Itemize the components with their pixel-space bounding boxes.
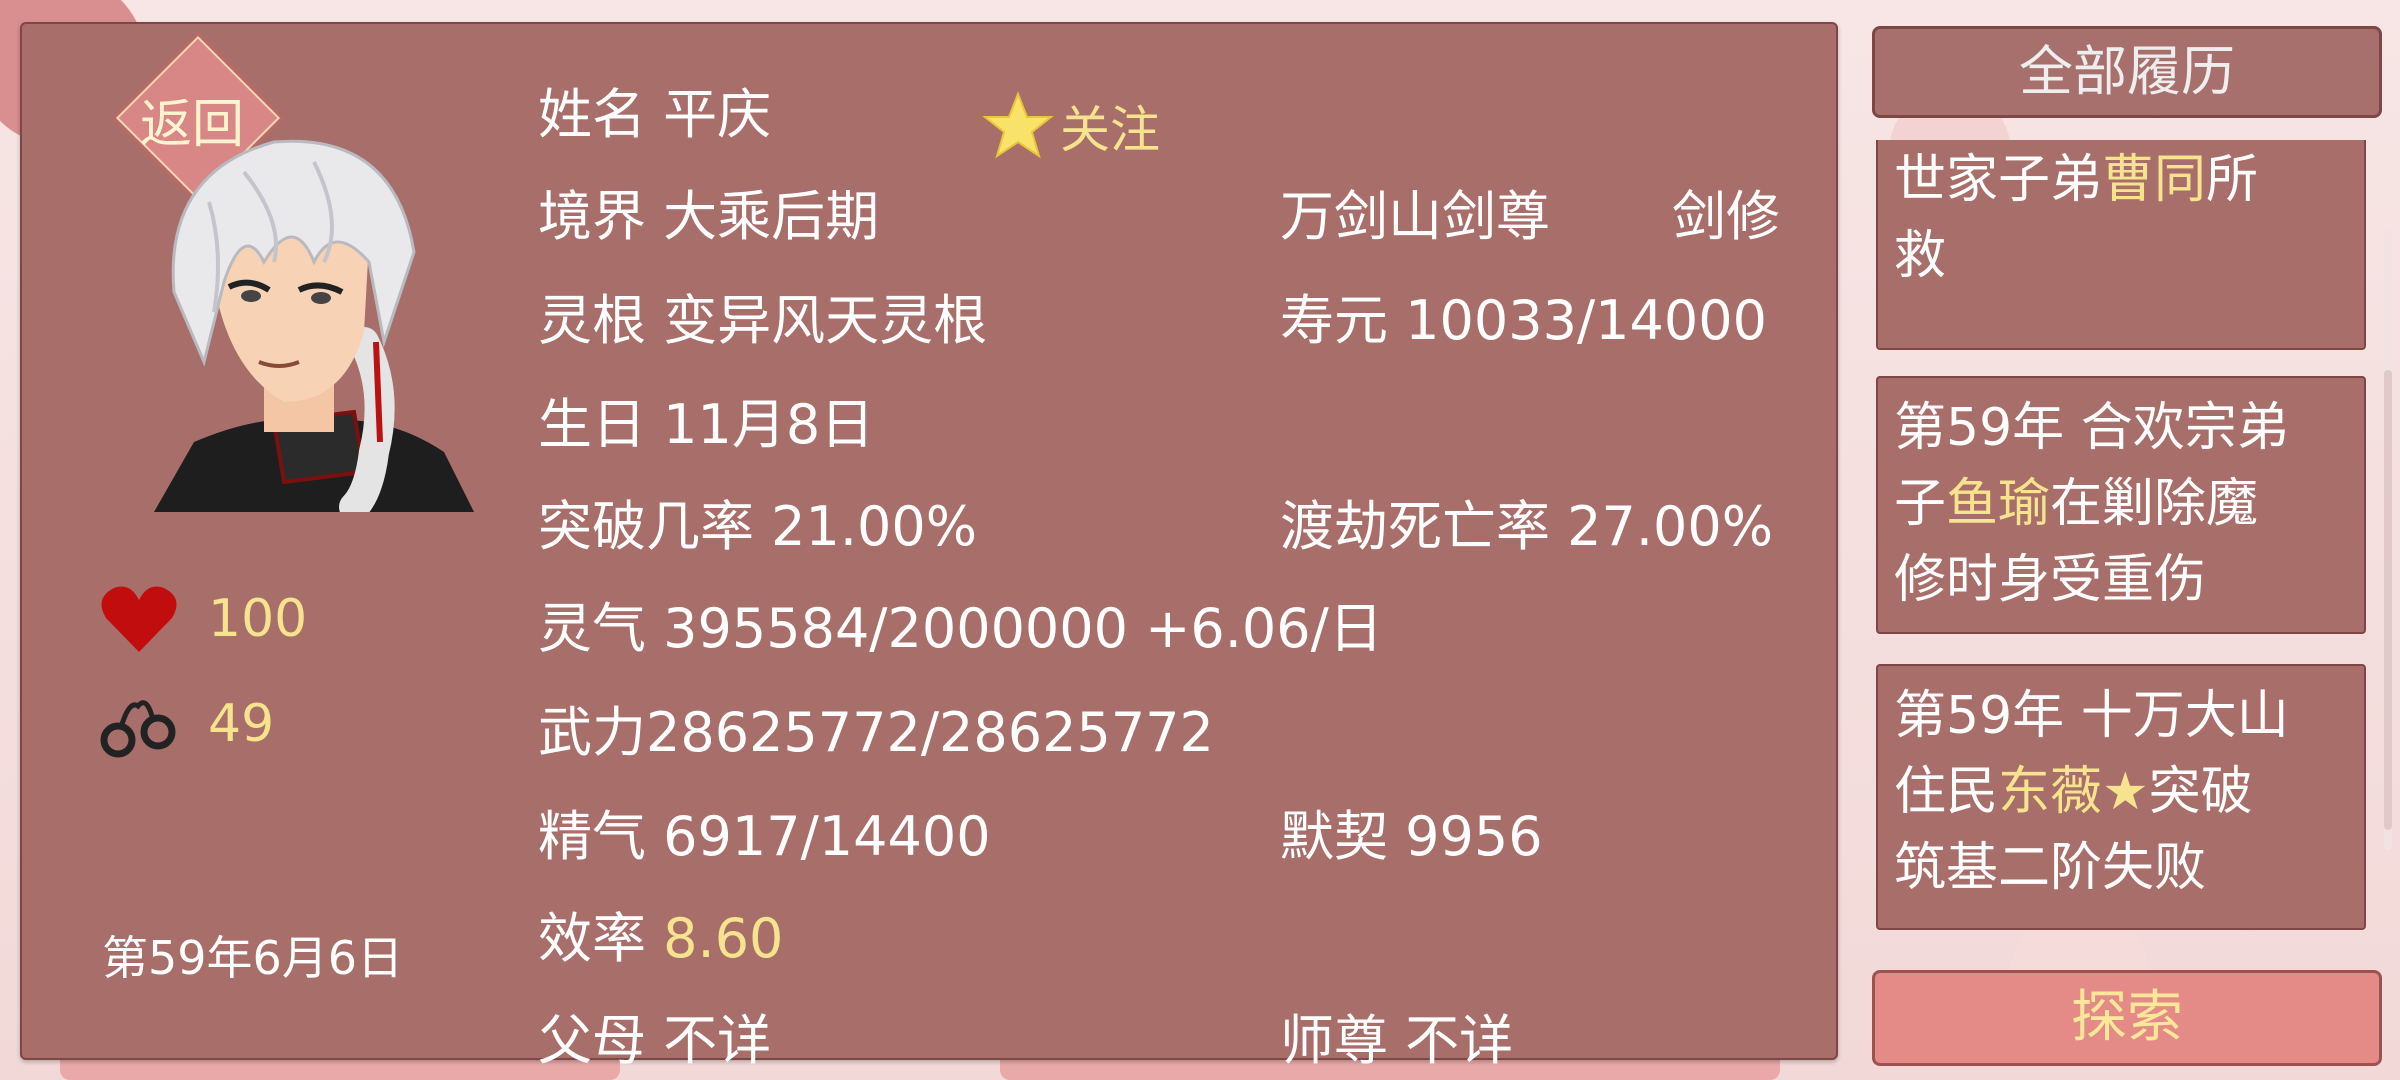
- character-panel: 返回 100 49 第59年6月6日 姓名 平庆 关注 境界 大乘后期 万剑山剑…: [20, 22, 1838, 1072]
- explore-button[interactable]: 探索: [1872, 970, 2382, 1066]
- handcuffs-icon: [100, 700, 176, 758]
- master-field: 师尊 不详: [1280, 1009, 1514, 1072]
- efficiency-field: 效率 8.60: [538, 894, 783, 973]
- history-text: 突破: [2148, 762, 2253, 822]
- spirit-root-field: 灵根 变异风天灵根: [538, 289, 988, 352]
- name-field: 姓名 平庆: [538, 83, 772, 146]
- history-text: 筑基二阶失败: [1894, 838, 2207, 898]
- history-item: 第59年 合欢宗弟 子鱼瑜在剿除魔 修时身受重伤: [1876, 376, 2366, 634]
- history-text: 世家子弟: [1894, 150, 2103, 210]
- efficiency-label: 效率: [538, 907, 646, 970]
- tribulation-death-field: 渡劫死亡率 27.00%: [1280, 495, 1774, 558]
- star-icon: [982, 91, 1054, 159]
- history-scrollbar-thumb[interactable]: [2384, 370, 2392, 830]
- profession: 剑修: [1672, 185, 1780, 248]
- follow-label: 关注: [1060, 101, 1160, 159]
- game-date: 第59年6月6日: [102, 931, 404, 985]
- spirit-energy-field: 灵气 395584/2000000 +6.06/日: [538, 597, 1383, 660]
- history-person: 曹同: [2102, 150, 2207, 210]
- tacit-field: 默契 9956: [1280, 805, 1543, 868]
- history-list[interactable]: 世家子弟曹同所 救 第59年 合欢宗弟 子鱼瑜在剿除魔 修时身受重伤 第59年 …: [1872, 140, 2382, 940]
- realm-field: 境界 大乘后期: [538, 185, 880, 248]
- history-text: 修时身受重伤: [1894, 550, 2207, 610]
- character-portrait: [154, 139, 474, 512]
- history-text: 子: [1894, 474, 1947, 534]
- heart-icon: [101, 586, 177, 652]
- parents-field: 父母 不详: [538, 1009, 772, 1072]
- history-item: 世家子弟曹同所 救: [1876, 140, 2366, 350]
- history-item: 第59年 十万大山 住民东薇★突破 筑基二阶失败: [1876, 664, 2366, 930]
- history-text: 第59年 合欢宗弟: [1894, 398, 2289, 458]
- history-person: 鱼瑜: [1946, 474, 2051, 534]
- efficiency-value: 8.60: [663, 907, 784, 970]
- lifespan-field: 寿元 10033/14000: [1280, 289, 1767, 352]
- history-text: 救: [1894, 226, 1947, 286]
- history-person: 东薇★: [1998, 762, 2149, 822]
- history-text: 住民: [1894, 762, 1999, 822]
- breakthrough-field: 突破几率 21.00%: [538, 495, 978, 558]
- follow-button[interactable]: 关注: [982, 90, 1160, 162]
- force-field: 武力28625772/28625772: [538, 701, 1214, 764]
- history-text: 所: [2206, 150, 2259, 210]
- vitality-field: 精气 6917/14400: [538, 805, 991, 868]
- all-history-button[interactable]: 全部履历: [1872, 26, 2382, 118]
- health-value: 100: [208, 589, 308, 649]
- health-stat: 100: [100, 584, 307, 654]
- shackles-stat: 49: [100, 686, 274, 762]
- history-text: 在剿除魔: [2050, 474, 2259, 534]
- shackles-value: 49: [208, 694, 275, 754]
- history-text: 第59年 十万大山: [1894, 686, 2289, 746]
- birthday-field: 生日 11月8日: [538, 393, 875, 456]
- sect-title: 万剑山剑尊: [1280, 185, 1550, 248]
